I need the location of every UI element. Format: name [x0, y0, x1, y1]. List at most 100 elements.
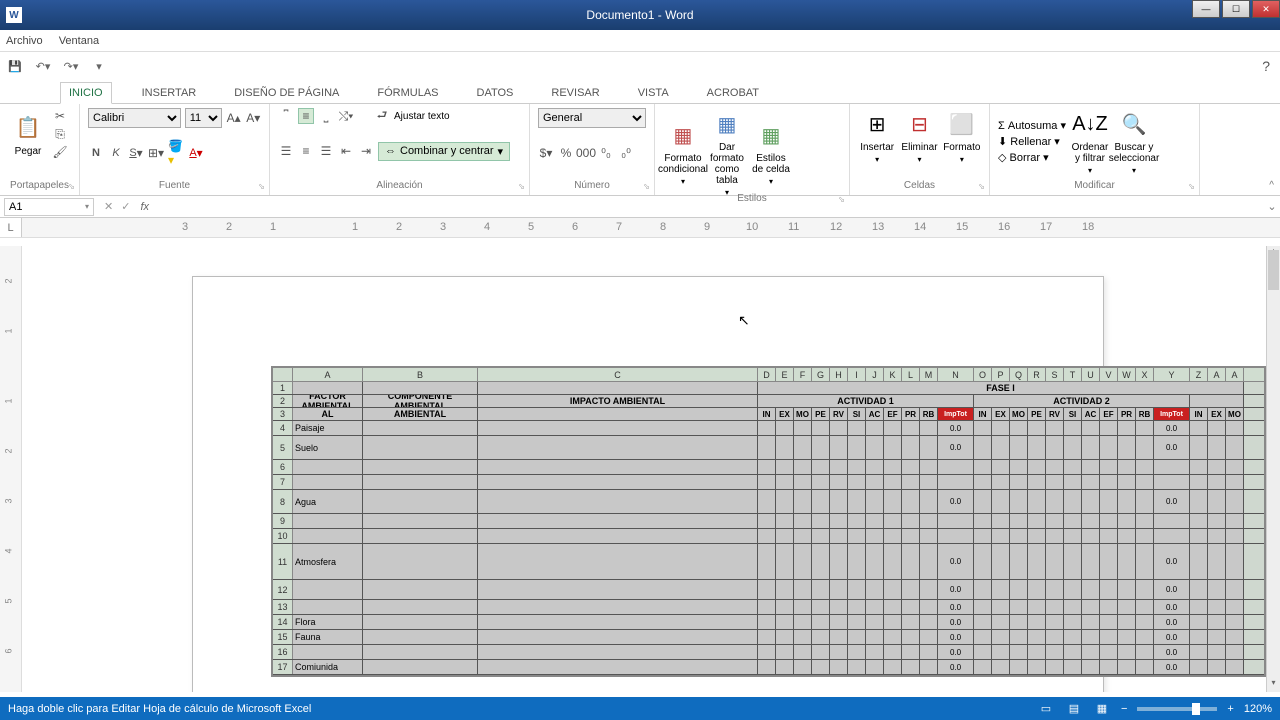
- sigma-icon: Σ: [998, 120, 1005, 132]
- border-icon[interactable]: ⊞▾: [148, 145, 164, 161]
- vertical-scrollbar[interactable]: ▴ ▾: [1266, 246, 1280, 692]
- tab-acrobat[interactable]: ACROBAT: [699, 83, 767, 103]
- save-icon[interactable]: 💾: [6, 57, 24, 75]
- redo-icon[interactable]: ↷▾: [62, 57, 80, 75]
- conditional-format-icon: ▦: [667, 119, 699, 151]
- merge-center-button[interactable]: ⇔Combinar y centrar▾: [378, 142, 510, 161]
- sort-icon: A↓Z: [1074, 108, 1106, 140]
- tab-formulas[interactable]: FÓRMULAS: [369, 83, 446, 103]
- grow-font-icon[interactable]: A▴: [226, 110, 242, 126]
- ribbon-tabs: INICIO INSERTAR DISEÑO DE PÁGINA FÓRMULA…: [0, 80, 1280, 104]
- group-estilos: Estilos: [663, 193, 841, 204]
- cell-styles-icon: ▦: [755, 119, 787, 151]
- ruler-corner: L: [0, 218, 22, 237]
- zoom-level[interactable]: 120%: [1244, 703, 1272, 715]
- tab-vista[interactable]: VISTA: [630, 83, 677, 103]
- align-left-icon[interactable]: ☰: [278, 143, 294, 159]
- ribbon: 📋 Pegar ✂ ⎘ 🖌 Portapapeles Calibri 11 A▴…: [0, 104, 1280, 196]
- wrap-text-icon[interactable]: ⮐: [374, 108, 390, 124]
- fill-button[interactable]: ⬇ Rellenar ▾: [998, 135, 1066, 148]
- fill-icon: ⬇: [998, 136, 1007, 148]
- orientation-icon[interactable]: ⤭▾: [338, 108, 354, 124]
- ruler-horizontal: L 321123456789101112131415161718: [0, 218, 1280, 238]
- italic-icon[interactable]: K: [108, 145, 124, 161]
- delete-icon: ⊟: [903, 108, 935, 140]
- formula-bar: A1▾ ✕ ✓ fx ⌄: [0, 196, 1280, 218]
- accept-formula-icon[interactable]: ✓: [121, 200, 130, 213]
- tab-inicio[interactable]: INICIO: [60, 82, 112, 104]
- currency-icon[interactable]: $▾: [538, 145, 554, 161]
- align-top-icon[interactable]: ⎴: [278, 108, 294, 124]
- number-format-combo[interactable]: General: [538, 108, 646, 128]
- align-bottom-icon[interactable]: ⎵: [318, 108, 334, 124]
- format-painter-icon[interactable]: 🖌: [52, 144, 68, 160]
- delete-cells-button[interactable]: ⊟Eliminar▾: [900, 108, 938, 164]
- group-celdas: Celdas: [858, 180, 981, 191]
- bold-icon[interactable]: N: [88, 145, 104, 161]
- name-box[interactable]: A1▾: [4, 198, 94, 216]
- insert-cells-button[interactable]: ⊞Insertar▾: [858, 108, 896, 164]
- eraser-icon: ◇: [998, 152, 1006, 164]
- font-combo[interactable]: Calibri: [88, 108, 181, 128]
- close-button[interactable]: ✕: [1252, 0, 1280, 18]
- clear-button[interactable]: ◇ Borrar ▾: [998, 151, 1066, 164]
- format-cells-button[interactable]: ⬜Formato▾: [943, 108, 981, 164]
- underline-icon[interactable]: S▾: [128, 145, 144, 161]
- copy-icon[interactable]: ⎘: [52, 126, 68, 142]
- comma-icon[interactable]: 000: [578, 145, 594, 161]
- view-web-icon[interactable]: ▦: [1093, 701, 1111, 717]
- find-select-button[interactable]: 🔍Buscar y seleccionar▾: [1114, 108, 1154, 175]
- increase-decimal-icon[interactable]: ⁰₀: [598, 145, 614, 161]
- group-numero: Número: [538, 180, 646, 191]
- group-modificar: Modificar: [998, 180, 1191, 191]
- tab-diseno[interactable]: DISEÑO DE PÁGINA: [226, 83, 347, 103]
- shrink-font-icon[interactable]: A▾: [245, 110, 261, 126]
- cell-styles-button[interactable]: ▦Estilos de celda▾: [751, 119, 791, 186]
- align-middle-icon[interactable]: ≡: [298, 108, 314, 124]
- view-readmode-icon[interactable]: ▭: [1037, 701, 1055, 717]
- format-table-button[interactable]: ▦Dar formato como tabla▾: [707, 108, 747, 197]
- font-size-combo[interactable]: 11: [185, 108, 222, 128]
- autosum-button[interactable]: Σ Autosuma ▾: [998, 119, 1066, 132]
- embedded-excel-object[interactable]: ABCDEFGHIJKLMNOPQRSTUVWXYZAA 1FASE I2FAC…: [271, 366, 1266, 677]
- group-alineacion: Alineación: [278, 180, 521, 191]
- collapse-ribbon-icon[interactable]: ^: [1269, 180, 1274, 191]
- zoom-in-icon[interactable]: +: [1227, 703, 1233, 715]
- wrap-text-label[interactable]: Ajustar texto: [394, 111, 450, 122]
- scroll-thumb[interactable]: [1268, 250, 1279, 290]
- percent-icon[interactable]: %: [558, 145, 574, 161]
- zoom-slider[interactable]: [1137, 707, 1217, 711]
- zoom-out-icon[interactable]: −: [1121, 703, 1127, 715]
- maximize-button[interactable]: ☐: [1222, 0, 1250, 18]
- quick-access-toolbar: 💾 ↶▾ ↷▾ ▾ ?: [0, 52, 1280, 80]
- menu-archivo[interactable]: Archivo: [6, 35, 43, 47]
- font-color-icon[interactable]: A▾: [188, 145, 204, 161]
- paste-button[interactable]: 📋 Pegar: [8, 112, 48, 157]
- cancel-formula-icon[interactable]: ✕: [104, 200, 113, 213]
- tab-datos[interactable]: DATOS: [469, 83, 522, 103]
- tab-revisar[interactable]: REVISAR: [543, 83, 607, 103]
- minimize-button[interactable]: —: [1192, 0, 1220, 18]
- indent-decrease-icon[interactable]: ⇤: [338, 143, 354, 159]
- cut-icon[interactable]: ✂: [52, 108, 68, 124]
- fill-color-icon[interactable]: 🪣▾: [168, 145, 184, 161]
- undo-icon[interactable]: ↶▾: [34, 57, 52, 75]
- window-title: Documento1 - Word: [586, 8, 693, 22]
- qat-more-icon[interactable]: ▾: [90, 57, 108, 75]
- scroll-down-icon[interactable]: ▾: [1267, 678, 1280, 692]
- sort-filter-button[interactable]: A↓ZOrdenar y filtrar▾: [1070, 108, 1110, 175]
- menu-ventana[interactable]: Ventana: [59, 35, 99, 47]
- indent-increase-icon[interactable]: ⇥: [358, 143, 374, 159]
- ruler-vertical: 21123456: [0, 246, 22, 692]
- expand-formula-icon[interactable]: ⌄: [1264, 200, 1280, 213]
- decrease-decimal-icon[interactable]: ₀⁰: [618, 145, 634, 161]
- help-icon[interactable]: ?: [1262, 58, 1270, 74]
- group-fuente: Fuente: [88, 180, 261, 191]
- fx-icon[interactable]: fx: [140, 201, 149, 213]
- tab-insertar[interactable]: INSERTAR: [134, 83, 205, 103]
- clipboard-icon: 📋: [12, 112, 44, 144]
- align-center-icon[interactable]: ≡: [298, 143, 314, 159]
- conditional-format-button[interactable]: ▦Formato condicional▾: [663, 119, 703, 186]
- view-print-icon[interactable]: ▤: [1065, 701, 1083, 717]
- align-right-icon[interactable]: ☰: [318, 143, 334, 159]
